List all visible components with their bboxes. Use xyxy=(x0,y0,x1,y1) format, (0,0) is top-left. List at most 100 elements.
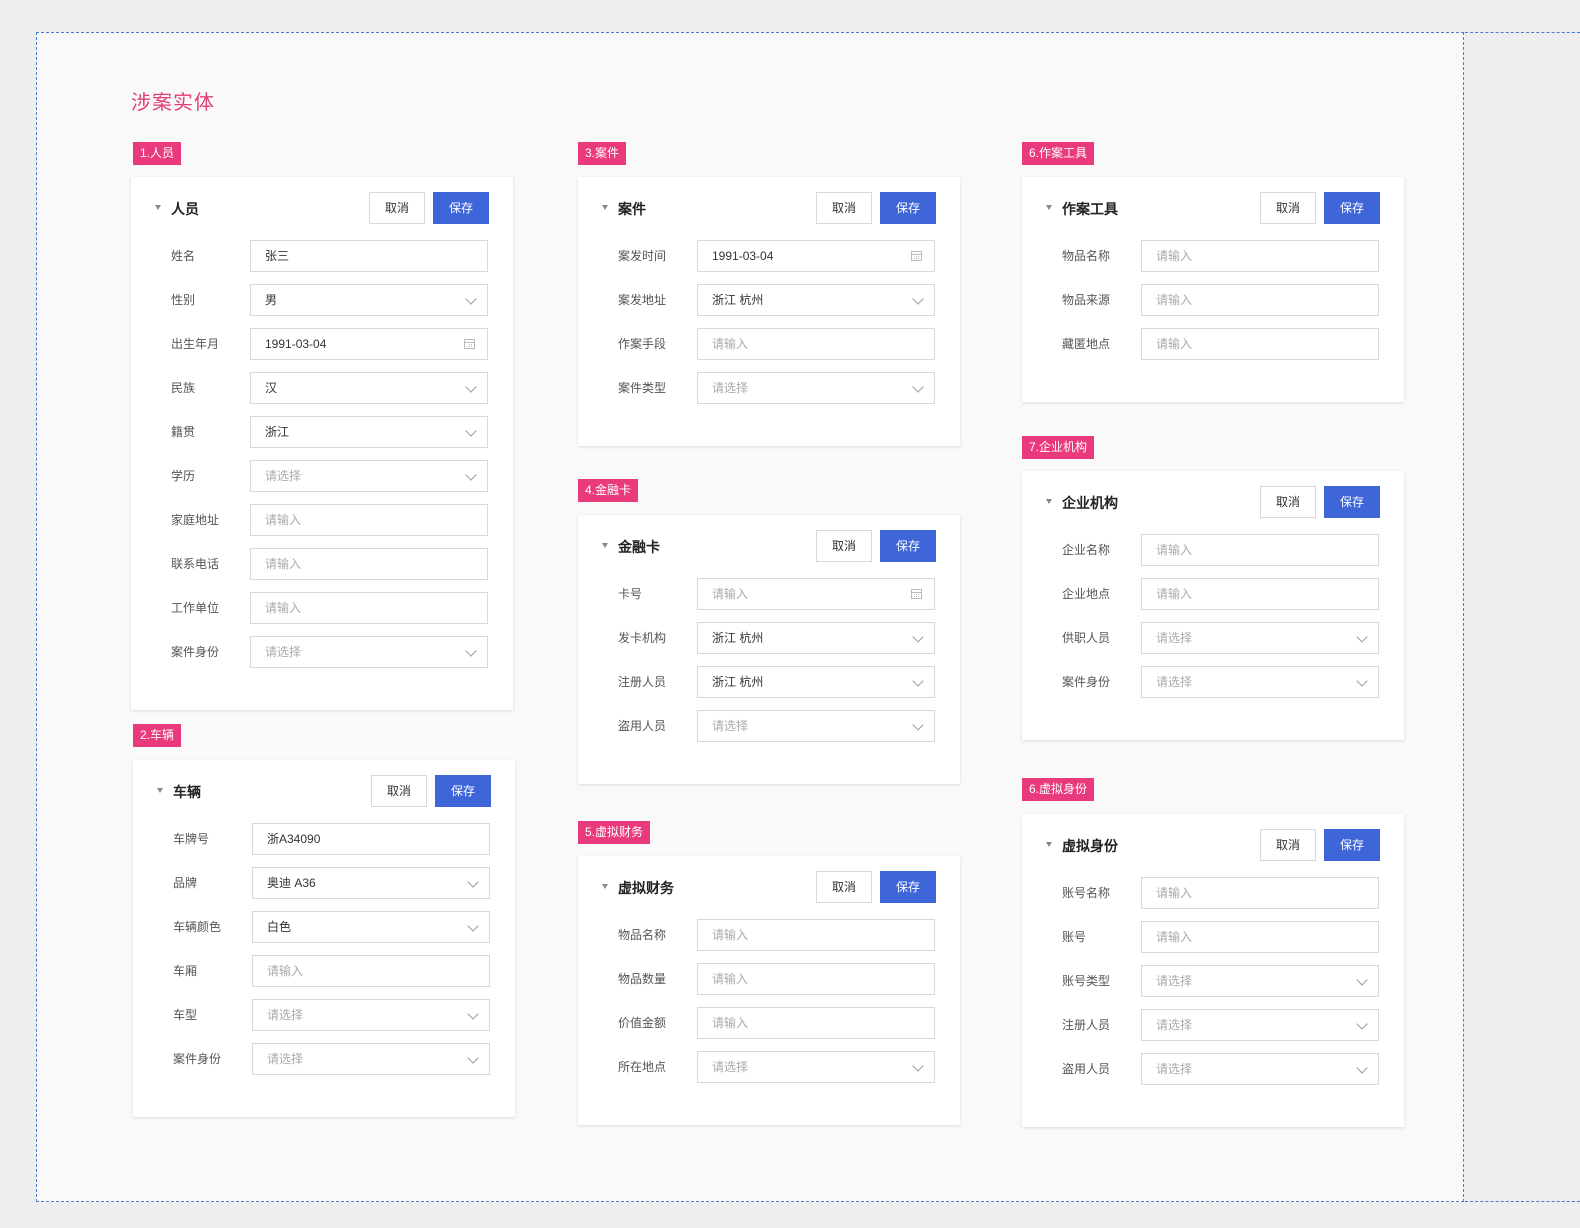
field-select[interactable]: 请选择 xyxy=(1141,965,1379,997)
cancel-button[interactable]: 取消 xyxy=(816,192,872,224)
field-input[interactable]: 请输入 xyxy=(250,548,488,580)
cancel-button[interactable]: 取消 xyxy=(816,530,872,562)
field-value: 汉 xyxy=(265,381,278,395)
field-input[interactable]: 请输入 xyxy=(1141,877,1379,909)
field-input[interactable]: 请输入 xyxy=(1141,578,1379,610)
field-select[interactable]: 浙江 xyxy=(250,416,488,448)
field-select[interactable]: 请选择 xyxy=(1141,1009,1379,1041)
cancel-button[interactable]: 取消 xyxy=(371,775,427,807)
field-input[interactable]: 请输入 xyxy=(697,1007,935,1039)
field-input[interactable]: 请输入 xyxy=(250,504,488,536)
collapse-caret-icon[interactable] xyxy=(602,205,608,210)
field-value: 请选择 xyxy=(1156,675,1193,689)
field-select[interactable]: 男 xyxy=(250,284,488,316)
canvas-frame-extension xyxy=(1465,32,1580,1202)
chevron-down-icon xyxy=(467,920,479,932)
form-fields: 车牌号 浙A34090 品牌 奥迪 A36 车辆颜色 白色 车厢 请输入 车型 请选择 案件身份 请选… xyxy=(133,807,515,1117)
field-select[interactable]: 请选择 xyxy=(250,460,488,492)
field-select[interactable]: 汉 xyxy=(250,372,488,404)
card-tool: 作案工具 取消 保存 物品名称 请输入 物品来源 请输入 藏匿地点 请输入 xyxy=(1022,177,1404,402)
field-select[interactable]: 浙江 杭州 xyxy=(697,622,935,654)
field-value: 请输入 xyxy=(1156,587,1193,601)
field-input[interactable]: 张三 xyxy=(250,240,488,272)
field-select[interactable]: 白色 xyxy=(252,911,490,943)
field-label: 案件身份 xyxy=(171,645,220,659)
chevron-down-icon xyxy=(1356,675,1368,687)
field-label: 盗用人员 xyxy=(618,719,667,733)
cancel-button[interactable]: 取消 xyxy=(1260,486,1316,518)
save-button[interactable]: 保存 xyxy=(1324,192,1380,224)
field-input[interactable]: 请输入 xyxy=(252,955,490,987)
save-button[interactable]: 保存 xyxy=(880,871,936,903)
field-input[interactable]: 请输入 xyxy=(1141,534,1379,566)
field-value: 请输入 xyxy=(712,337,749,351)
field-input[interactable]: 请输入 xyxy=(250,592,488,624)
field-select[interactable]: 请选择 xyxy=(697,372,935,404)
cancel-button[interactable]: 取消 xyxy=(1260,829,1316,861)
field-label: 民族 xyxy=(171,381,196,395)
form-row: 藏匿地点 请输入 xyxy=(1022,328,1404,372)
field-select[interactable]: 浙江 杭州 xyxy=(697,666,935,698)
card-header: 企业机构 取消 保存 xyxy=(1022,486,1404,518)
form-row: 车牌号 浙A34090 xyxy=(133,823,515,867)
chevron-down-icon xyxy=(465,645,477,657)
field-select[interactable]: 奥迪 A36 xyxy=(252,867,490,899)
field-input[interactable]: 请输入 xyxy=(697,328,935,360)
form-row: 卡号 请输入 xyxy=(578,578,960,622)
field-label: 发卡机构 xyxy=(618,631,667,645)
form-fields: 账号名称 请输入 账号 请输入 账号类型 请选择 注册人员 请选择 盗用人员 请选择 xyxy=(1022,861,1404,1127)
field-select[interactable]: 请选择 xyxy=(252,1043,490,1075)
card-organization: 企业机构 取消 保存 企业名称 请输入 企业地点 请输入 供职人员 请选择 案件身份 请选择 xyxy=(1022,471,1404,740)
field-input[interactable]: 浙A34090 xyxy=(252,823,490,855)
cancel-button[interactable]: 取消 xyxy=(1260,192,1316,224)
field-select[interactable]: 请选择 xyxy=(697,1051,935,1083)
collapse-caret-icon[interactable] xyxy=(602,884,608,889)
save-button[interactable]: 保存 xyxy=(433,192,489,224)
form-row: 车辆颜色 白色 xyxy=(133,911,515,955)
field-input[interactable]: 请输入 xyxy=(1141,328,1379,360)
field-input[interactable]: 请输入 xyxy=(1141,240,1379,272)
field-label: 账号名称 xyxy=(1062,886,1111,900)
collapse-caret-icon[interactable] xyxy=(1046,842,1052,847)
field-label: 注册人员 xyxy=(618,675,667,689)
save-button[interactable]: 保存 xyxy=(880,192,936,224)
field-label: 物品数量 xyxy=(618,972,667,986)
field-select[interactable]: 请选择 xyxy=(252,999,490,1031)
field-value: 1991-03-04 xyxy=(265,337,327,351)
collapse-caret-icon[interactable] xyxy=(157,788,163,793)
chevron-down-icon xyxy=(465,425,477,437)
save-button[interactable]: 保存 xyxy=(1324,486,1380,518)
field-input[interactable]: 请输入 xyxy=(697,919,935,951)
form-row: 账号类型 请选择 xyxy=(1022,965,1404,1009)
form-row: 联系电话 请输入 xyxy=(131,548,513,592)
field-select[interactable]: 请选择 xyxy=(1141,622,1379,654)
field-select[interactable]: 浙江 杭州 xyxy=(697,284,935,316)
field-select[interactable]: 请选择 xyxy=(697,710,935,742)
collapse-caret-icon[interactable] xyxy=(1046,499,1052,504)
save-button[interactable]: 保存 xyxy=(880,530,936,562)
form-row: 发卡机构 浙江 杭州 xyxy=(578,622,960,666)
collapse-caret-icon[interactable] xyxy=(602,543,608,548)
field-date-input[interactable]: 1991-03-04 xyxy=(250,328,488,360)
cancel-button[interactable]: 取消 xyxy=(816,871,872,903)
field-date-input[interactable]: 请输入 xyxy=(697,578,935,610)
form-row: 物品名称 请输入 xyxy=(1022,240,1404,284)
save-button[interactable]: 保存 xyxy=(1324,829,1380,861)
cancel-button[interactable]: 取消 xyxy=(369,192,425,224)
field-value: 请输入 xyxy=(1156,337,1193,351)
field-select[interactable]: 请选择 xyxy=(1141,1053,1379,1085)
collapse-caret-icon[interactable] xyxy=(1046,205,1052,210)
field-input[interactable]: 请输入 xyxy=(1141,921,1379,953)
save-button[interactable]: 保存 xyxy=(435,775,491,807)
field-value: 浙江 杭州 xyxy=(712,293,764,307)
form-row: 案件身份 请选择 xyxy=(131,636,513,680)
field-input[interactable]: 请输入 xyxy=(697,963,935,995)
card-title: 金融卡 xyxy=(618,539,660,555)
field-input[interactable]: 请输入 xyxy=(1141,284,1379,316)
field-value: 请输入 xyxy=(265,557,302,571)
collapse-caret-icon[interactable] xyxy=(155,205,161,210)
field-select[interactable]: 请选择 xyxy=(250,636,488,668)
field-select[interactable]: 请选择 xyxy=(1141,666,1379,698)
field-date-input[interactable]: 1991-03-04 xyxy=(697,240,935,272)
form-row: 案发时间 1991-03-04 xyxy=(578,240,960,284)
